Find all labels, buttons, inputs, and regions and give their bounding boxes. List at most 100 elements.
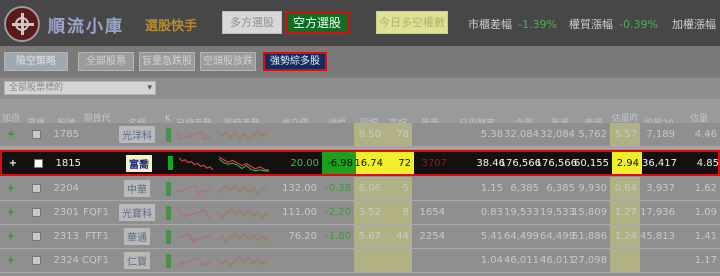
turnover-rate: 5.41 bbox=[480, 231, 503, 242]
stock-code: 2313 bbox=[53, 231, 79, 242]
turnover-rate: 1.04 bbox=[480, 255, 503, 266]
volume-value bbox=[412, 123, 448, 146]
add-watch-icon[interactable]: + bbox=[0, 225, 22, 248]
avg20-volume: 36,417 bbox=[642, 157, 677, 169]
stock-name-label[interactable]: 富喬 bbox=[126, 154, 152, 172]
pullback-value bbox=[354, 249, 384, 272]
kline-icon bbox=[162, 177, 174, 200]
est-ma20-ratio: 4.46 bbox=[694, 129, 717, 140]
yesterday-volume: 5,762 bbox=[578, 129, 607, 140]
strategy-tab-bar: 險空策略 全部股票 盲量急跌股 空頭股放跌 強勢綜多股 bbox=[0, 46, 720, 78]
index-change-label: 加權漲幅 bbox=[672, 18, 716, 31]
market-change-label: 市櫃差幅 bbox=[468, 18, 512, 31]
daily-trend-sparkline bbox=[174, 249, 214, 272]
price-change bbox=[320, 123, 354, 146]
weight-change: 權質漲幅 -0.39% bbox=[569, 16, 658, 32]
avg20-volume: 3,937 bbox=[646, 183, 675, 194]
tab-volume-drop[interactable]: 盲量急跌股 bbox=[139, 52, 195, 71]
stock-name[interactable]: 仁寶 bbox=[112, 249, 162, 272]
table-row[interactable]: +1815 富喬 20.00 -6.98 16.74 72 3707 38.46 176,566… bbox=[0, 150, 720, 176]
stock-name[interactable]: 光洋科 bbox=[112, 123, 162, 146]
tab-strong-short[interactable]: 強勢綜多股 bbox=[263, 52, 327, 71]
intraday-trend-sparkline bbox=[214, 123, 270, 146]
high-value: 78 bbox=[384, 123, 412, 146]
stock-name[interactable]: 富喬 bbox=[114, 152, 164, 174]
row-checkbox[interactable] bbox=[22, 249, 50, 272]
brand-title: 順流小庫 bbox=[48, 17, 124, 37]
add-watch-icon[interactable]: + bbox=[0, 123, 22, 146]
last-price: 111.00 bbox=[282, 207, 317, 218]
stock-name[interactable]: 中華 bbox=[112, 177, 162, 200]
kline-icon bbox=[162, 123, 174, 146]
yesterday-volume: 27,098 bbox=[572, 255, 607, 266]
table-row[interactable]: +2313 FTF1 華通 76.20 -1.80 5.67 44 2254 5.41 64,49… bbox=[0, 225, 720, 249]
tab-all-stocks[interactable]: 全部股票 bbox=[78, 52, 134, 71]
avg20-volume: 7,189 bbox=[646, 129, 675, 140]
volume-value: 2254 bbox=[419, 231, 445, 242]
turnover-rate: 5.38 bbox=[480, 129, 503, 140]
stock-name[interactable]: 光寶科 bbox=[112, 201, 162, 224]
est-ratio: 2.94 bbox=[612, 152, 642, 174]
pullback-value: 3.52 bbox=[354, 201, 384, 224]
stock-name-label[interactable]: 光寶科 bbox=[119, 204, 155, 221]
avg20-volume: 17,936 bbox=[640, 207, 675, 218]
short-pick-button[interactable]: 空方選股 bbox=[285, 11, 349, 34]
yesterday-volume: 15,809 bbox=[572, 207, 607, 218]
row-checkbox[interactable] bbox=[22, 201, 50, 224]
stock-code: 2324 bbox=[53, 255, 79, 266]
top-bar: 順流小庫 選股快手 多方選股 空方選股 今日多空權數 市櫃差幅 -1.39% 權質… bbox=[0, 0, 720, 46]
yesterday-volume: 60,155 bbox=[574, 157, 609, 169]
price-change: -0.38 bbox=[325, 183, 351, 194]
table-row[interactable]: +2204 中華 132.00 -0.38 6.06 5 1.15 6,385 6,385 9,9… bbox=[0, 177, 720, 201]
volume-value: 1654 bbox=[419, 207, 445, 218]
row-checkbox[interactable] bbox=[22, 225, 50, 248]
long-pick-button[interactable]: 多方選股 bbox=[222, 11, 282, 34]
stock-name-label[interactable]: 仁寶 bbox=[124, 252, 150, 269]
add-watch-icon[interactable]: + bbox=[0, 201, 22, 224]
table-row[interactable]: +2324 CQF1 仁寶 1.04 46,011 46,011 27,098 1.17 bbox=[0, 249, 720, 273]
volume-2: 6,385 bbox=[546, 183, 575, 194]
high-value: 72 bbox=[386, 152, 414, 174]
add-watch-icon[interactable]: + bbox=[0, 249, 22, 272]
tab-bear-drop[interactable]: 空頭股放跌 bbox=[200, 52, 256, 71]
stock-scope-select[interactable]: 全部股票標的 ▾ bbox=[4, 81, 156, 95]
tab-short-strategy[interactable]: 險空策略 bbox=[4, 52, 68, 71]
brand-subtitle: 選股快手 bbox=[145, 19, 198, 34]
price-change: -6.98 bbox=[322, 152, 356, 174]
est-ma20-ratio: 1.09 bbox=[694, 207, 717, 218]
today-volume: 46,011 bbox=[504, 255, 539, 266]
stock-name[interactable]: 華通 bbox=[112, 225, 162, 248]
price-change bbox=[320, 249, 354, 272]
est-ma20-ratio: 1.62 bbox=[694, 183, 717, 194]
add-watch-icon[interactable]: + bbox=[2, 152, 24, 174]
daily-trend-sparkline bbox=[174, 177, 214, 200]
stock-code: 1815 bbox=[55, 157, 81, 169]
stock-scope-value: 全部股票標的 bbox=[9, 83, 64, 93]
futures-code: FQF1 bbox=[83, 207, 109, 218]
kline-icon bbox=[162, 249, 174, 272]
add-watch-icon[interactable]: + bbox=[0, 177, 22, 200]
today-index-button[interactable]: 今日多空權數 bbox=[376, 11, 448, 34]
market-change: 市櫃差幅 -1.39% bbox=[468, 16, 557, 32]
est-ma20-ratio: 1.41 bbox=[694, 231, 717, 242]
stock-name-label[interactable]: 中華 bbox=[124, 180, 150, 197]
row-checkbox[interactable] bbox=[22, 123, 50, 146]
high-value: 44 bbox=[384, 225, 412, 248]
market-change-value: -1.39% bbox=[518, 18, 557, 31]
high-value: 8 bbox=[384, 201, 412, 224]
stock-name-label[interactable]: 華通 bbox=[124, 228, 150, 245]
intraday-trend-sparkline bbox=[214, 249, 270, 272]
est-ratio: 0.64 bbox=[610, 177, 640, 200]
last-price bbox=[270, 123, 320, 146]
today-volume: 32,084 bbox=[504, 129, 539, 140]
last-price: 76.20 bbox=[288, 231, 317, 242]
table-row[interactable]: +1785 光洋科 8.50 78 5.38 32,084 32,084 5,762 5.57 7… bbox=[0, 123, 720, 147]
row-checkbox[interactable] bbox=[22, 177, 50, 200]
turnover-rate: 0.83 bbox=[480, 207, 503, 218]
kline-icon bbox=[162, 225, 174, 248]
stock-name-label[interactable]: 光洋科 bbox=[119, 126, 155, 143]
row-checkbox[interactable] bbox=[24, 152, 52, 174]
volume-value: 3707 bbox=[421, 157, 447, 169]
table-row[interactable]: +2301 FQF1 光寶科 111.00 -2.20 3.52 8 1654 0.83 19,5… bbox=[0, 201, 720, 225]
weight-change-value: -0.39% bbox=[619, 18, 658, 31]
